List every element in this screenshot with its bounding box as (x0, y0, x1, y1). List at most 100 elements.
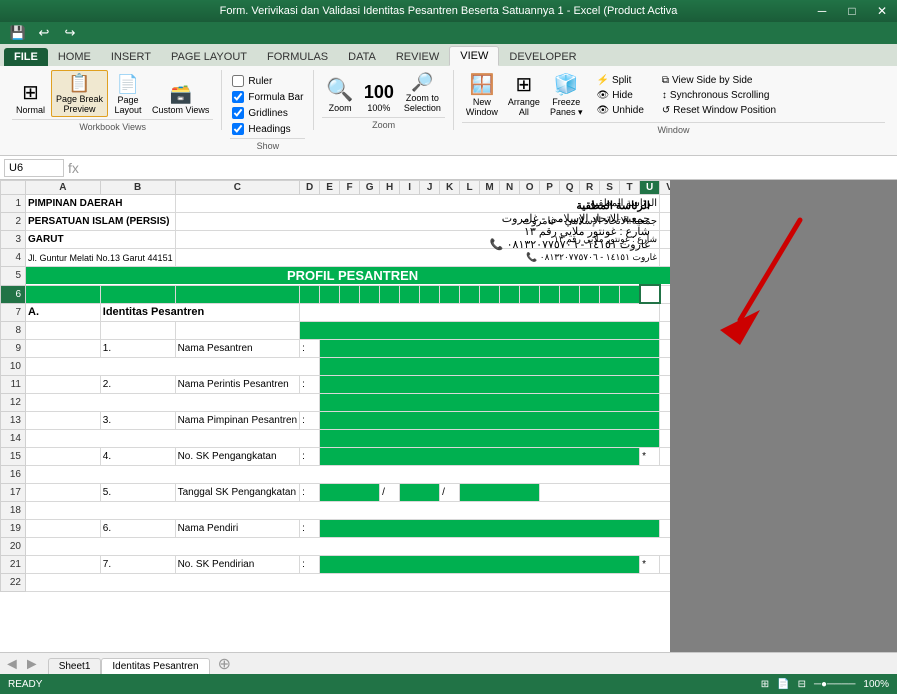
view-side-by-side-button[interactable]: ⧉ View Side by Side (658, 74, 780, 87)
add-sheet-button[interactable]: ⊕ (218, 654, 231, 674)
col-l[interactable]: L (460, 181, 480, 195)
cell-a9[interactable] (26, 339, 101, 357)
cell-o6[interactable] (520, 285, 540, 303)
cell-i17[interactable] (400, 483, 440, 501)
cell-a18[interactable] (26, 501, 671, 519)
cell-d11[interactable]: : (300, 375, 320, 393)
unhide-button[interactable]: 👁 Unhide (593, 104, 648, 117)
cell-v4[interactable] (660, 249, 670, 267)
col-e[interactable]: E (320, 181, 340, 195)
cell-b6[interactable] (100, 285, 175, 303)
cell-a6[interactable] (26, 285, 101, 303)
cell-a20[interactable] (26, 537, 671, 555)
col-i[interactable]: I (400, 181, 420, 195)
col-u[interactable]: U (640, 181, 660, 195)
cell-a19[interactable] (26, 519, 101, 537)
cell-t6[interactable] (620, 285, 640, 303)
cell-v7[interactable] (660, 303, 670, 321)
cell-a11[interactable] (26, 375, 101, 393)
cell-c17[interactable]: Tanggal SK Pengangkatan (175, 483, 300, 501)
cell-c11[interactable]: Nama Perintis Pesantren (175, 375, 300, 393)
tab-page-layout[interactable]: PAGE LAYOUT (161, 48, 257, 66)
cell-v8[interactable] (660, 321, 670, 339)
normal-view-button[interactable]: ⊞ Normal (12, 78, 49, 117)
cell-q6[interactable] (560, 285, 580, 303)
cell-e17[interactable] (320, 483, 380, 501)
zoom-button[interactable]: 🔍 Zoom (322, 75, 357, 115)
cell-v9[interactable] (660, 339, 670, 357)
cell-e21[interactable] (320, 555, 640, 573)
cell-v2[interactable] (660, 213, 670, 231)
cell-d8[interactable] (300, 321, 660, 339)
col-r[interactable]: R (580, 181, 600, 195)
sheet-nav-right[interactable]: ► (24, 656, 40, 674)
cell-e19[interactable] (320, 519, 660, 537)
cell-n6[interactable] (500, 285, 520, 303)
hide-button[interactable]: 👁 Hide (593, 89, 648, 102)
cell-v11[interactable] (660, 375, 670, 393)
cell-d7[interactable] (300, 303, 660, 321)
cell-e15[interactable] (320, 447, 640, 465)
cell-v1[interactable] (660, 195, 670, 213)
cell-c9[interactable]: Nama Pesantren (175, 339, 300, 357)
save-qat-button[interactable]: 💾 (8, 23, 28, 43)
col-m[interactable]: M (480, 181, 500, 195)
cell-d21[interactable]: : (300, 555, 320, 573)
sync-scrolling-button[interactable]: ↕ Synchronous Scrolling (658, 89, 780, 102)
cell-a14[interactable] (26, 429, 320, 447)
cell-e11[interactable] (320, 375, 660, 393)
col-j[interactable]: J (420, 181, 440, 195)
tab-review[interactable]: REVIEW (386, 48, 449, 66)
cell-d6[interactable] (300, 285, 320, 303)
col-v[interactable]: V (660, 181, 670, 195)
cell-d2[interactable]: جمعية الاتحاد الإسلامي - غامروت (175, 213, 660, 231)
arrange-all-button[interactable]: ⊞ ArrangeAll (504, 70, 544, 120)
cell-s6[interactable] (600, 285, 620, 303)
cell-a17[interactable] (26, 483, 101, 501)
cell-v15[interactable] (660, 447, 670, 465)
cell-d17[interactable]: : (300, 483, 320, 501)
col-t[interactable]: T (620, 181, 640, 195)
cell-h6[interactable] (380, 285, 400, 303)
cell-a4[interactable]: Jl. Guntur Melati No.13 Garut 44151 (26, 249, 176, 267)
cell-a21[interactable] (26, 555, 101, 573)
cell-v13[interactable] (660, 411, 670, 429)
cell-f6[interactable] (340, 285, 360, 303)
cell-k6[interactable] (440, 285, 460, 303)
cell-h17[interactable]: / (380, 483, 400, 501)
cell-c19[interactable]: Nama Pendiri (175, 519, 300, 537)
cell-j6[interactable] (420, 285, 440, 303)
cell-e10[interactable] (320, 357, 660, 375)
cell-v3[interactable] (660, 231, 670, 249)
tab-file[interactable]: FILE (4, 48, 48, 66)
cell-d3[interactable]: شارع : غونتور ملايي رقم ١٣ (175, 231, 660, 249)
sheet-nav-left[interactable]: ◄ (4, 656, 20, 674)
cell-c15[interactable]: No. SK Pengangkatan (175, 447, 300, 465)
cell-a16[interactable] (26, 465, 671, 483)
cell-v21[interactable] (660, 555, 670, 573)
col-a[interactable]: A (26, 181, 101, 195)
cell-e9[interactable] (320, 339, 660, 357)
cell-b17[interactable]: 5. (100, 483, 175, 501)
tab-formulas[interactable]: FORMULAS (257, 48, 338, 66)
cell-a3[interactable]: GARUT (26, 231, 176, 249)
formula-bar-check-input[interactable] (232, 91, 244, 103)
col-q[interactable]: Q (560, 181, 580, 195)
cell-b7[interactable]: Identitas Pesantren (100, 303, 299, 321)
formula-input[interactable] (83, 162, 893, 174)
cell-b8[interactable] (100, 321, 175, 339)
col-n[interactable]: N (500, 181, 520, 195)
col-g[interactable]: G (360, 181, 380, 195)
name-box-input[interactable] (4, 159, 64, 177)
view-normal-icon[interactable]: ⊞ (761, 679, 769, 690)
cell-a8[interactable] (26, 321, 101, 339)
cell-a12[interactable] (26, 393, 320, 411)
cell-u6[interactable] (640, 285, 660, 303)
cell-e13[interactable] (320, 411, 660, 429)
page-layout-button[interactable]: 📄 PageLayout (110, 72, 146, 117)
tab-developer[interactable]: DEVELOPER (499, 48, 586, 66)
sheet-tab-sheet1[interactable]: Sheet1 (48, 658, 102, 674)
zoom-selection-button[interactable]: 🔎 Zoom toSelection (400, 70, 445, 115)
page-break-preview-button[interactable]: 📋 Page BreakPreview (51, 70, 108, 117)
cell-r6[interactable] (580, 285, 600, 303)
